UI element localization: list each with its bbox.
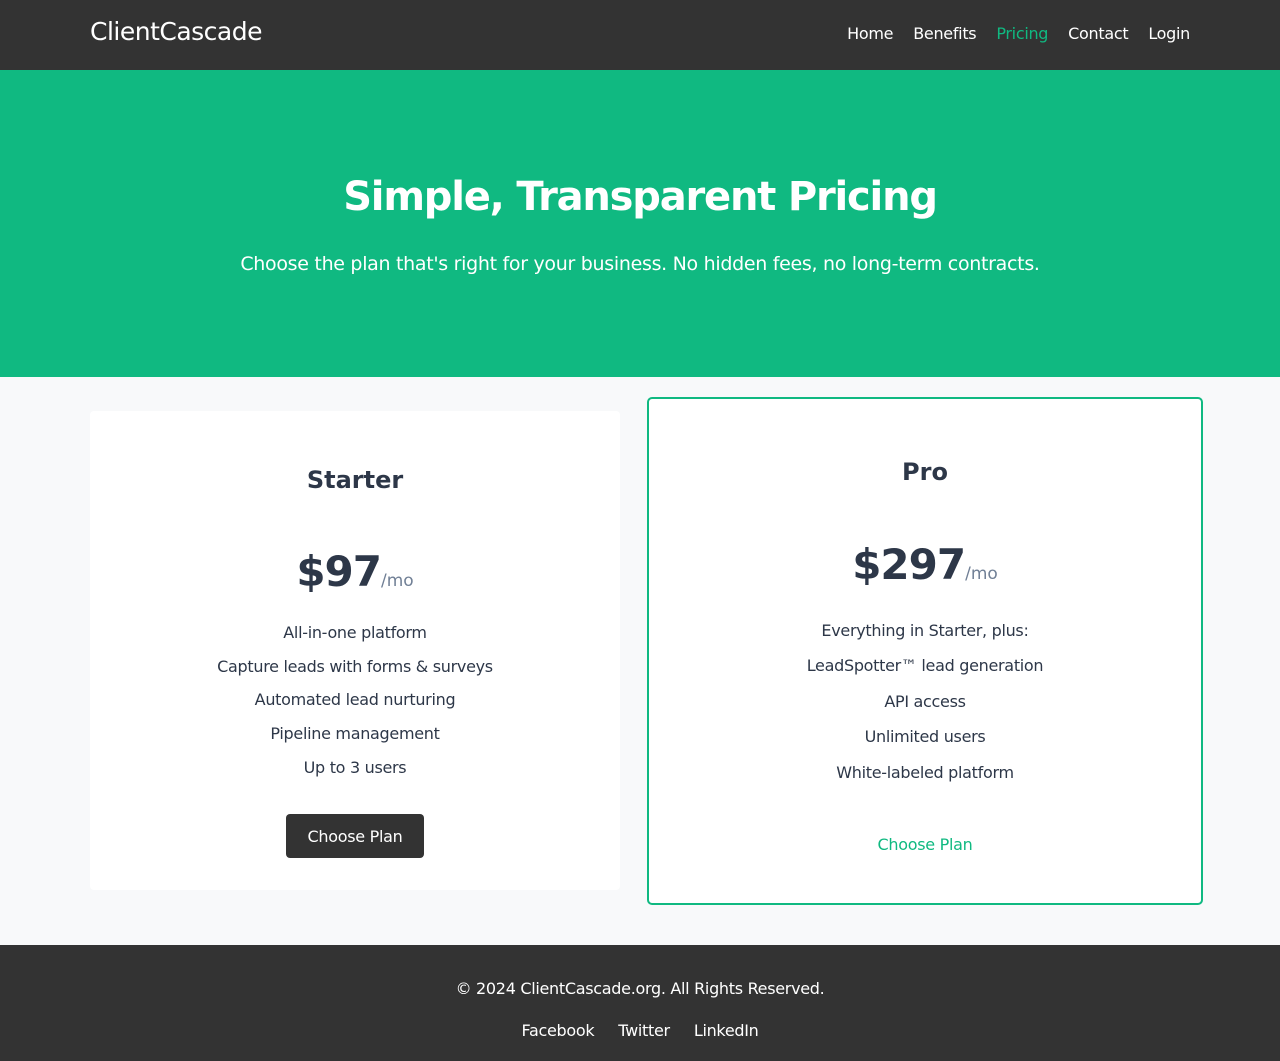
social-link-facebook[interactable]: Facebook (522, 1021, 595, 1040)
feature-item: White-labeled platform (836, 762, 1014, 782)
plan-card-pro: Pro $297 /mo Everything in Starter, plus… (647, 397, 1203, 905)
nav-link-home[interactable]: Home (847, 24, 893, 43)
choose-plan-starter-button[interactable]: Choose Plan (286, 814, 424, 858)
feature-item: Pipeline management (270, 724, 440, 744)
social-link-linkedin[interactable]: LinkedIn (694, 1021, 759, 1040)
navbar: ClientCascade Home Benefits Pricing Cont… (0, 0, 1280, 70)
plan-name: Pro (902, 458, 948, 486)
feature-item: Everything in Starter, plus: (821, 621, 1029, 640)
hero-section: Simple, Transparent Pricing Choose the p… (0, 70, 1280, 377)
nav-link-pricing[interactable]: Pricing (996, 24, 1048, 43)
nav-links: Home Benefits Pricing Contact Login (827, 24, 1190, 43)
feature-item: LeadSpotter™ lead generation (806, 656, 1044, 676)
feature-item: Automated lead nurturing (254, 690, 456, 710)
plan-price: $97 /mo (90, 547, 620, 596)
brand-logo[interactable]: ClientCascade (90, 17, 263, 46)
feature-item: Up to 3 users (303, 757, 407, 777)
price-period: /mo (380, 571, 414, 591)
feature-item: Unlimited users (864, 727, 986, 747)
plan-name: Starter (306, 466, 404, 494)
social-link-twitter[interactable]: Twitter (618, 1021, 670, 1040)
hero-title: Simple, Transparent Pricing (343, 174, 938, 220)
footer: © 2024 ClientCascade.org. All Rights Res… (0, 945, 1280, 1061)
price-amount: $97 (296, 547, 382, 596)
nav-link-contact[interactable]: Contact (1068, 24, 1128, 43)
plan-price: $297 /mo (649, 540, 1201, 589)
feature-list: All-in-one platform Capture leads with f… (90, 623, 620, 791)
price-period: /mo (965, 564, 998, 584)
hero-subtitle: Choose the plan that's right for your bu… (240, 253, 1040, 275)
social-links: Facebook Twitter LinkedIn (0, 1021, 1280, 1040)
plan-card-starter: Starter $97 /mo All-in-one platform Capt… (90, 411, 620, 890)
feature-item: All-in-one platform (283, 623, 427, 642)
feature-list: Everything in Starter, plus: LeadSpotter… (649, 621, 1201, 798)
feature-item: API access (884, 691, 966, 711)
choose-plan-pro-button[interactable]: Choose Plan (649, 835, 1201, 854)
nav-link-login[interactable]: Login (1148, 24, 1190, 43)
copyright-text: © 2024 ClientCascade.org. All Rights Res… (455, 979, 825, 998)
feature-item: Capture leads with forms & surveys (217, 656, 493, 676)
price-amount: $297 (852, 540, 966, 589)
nav-link-benefits[interactable]: Benefits (913, 24, 976, 43)
